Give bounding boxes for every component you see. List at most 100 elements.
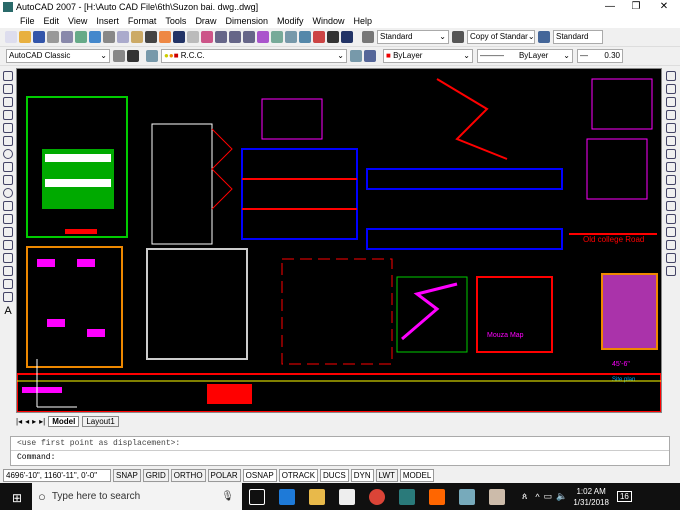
linetype-select[interactable]: ——— ByLayer ⌄ (477, 49, 573, 63)
menu-help[interactable]: Help (354, 16, 373, 26)
menu-format[interactable]: Format (128, 16, 157, 26)
layer-select[interactable]: ●●■ R.C.C. ⌄ (161, 49, 347, 63)
stretch-icon[interactable] (666, 175, 676, 185)
volume-icon[interactable]: 🔈 (556, 491, 567, 502)
first-tab-button[interactable]: |◂ (16, 417, 22, 426)
tab-model[interactable]: Model (48, 415, 80, 427)
notepad-icon[interactable] (459, 488, 475, 505)
copy-icon[interactable] (117, 31, 129, 43)
erase-icon[interactable] (666, 71, 676, 81)
insert-block-icon[interactable] (3, 214, 13, 224)
arc-icon[interactable] (3, 136, 13, 146)
maximize-button[interactable]: ❐ (622, 0, 650, 14)
redo-icon[interactable] (187, 31, 199, 43)
chrome-icon[interactable] (369, 488, 385, 505)
menu-modify[interactable]: Modify (277, 16, 304, 26)
text-style-icon[interactable] (362, 31, 374, 43)
copy-object-icon[interactable] (666, 84, 676, 94)
revcloud-icon[interactable] (3, 162, 13, 172)
osnap-toggle[interactable]: OSNAP (242, 469, 277, 482)
close-button[interactable]: ✕ (650, 0, 678, 14)
taskbar-search[interactable]: ○ Type here to search 🎙 (32, 483, 242, 510)
menu-file[interactable]: File (20, 16, 35, 26)
dyn-toggle[interactable]: DYN (350, 469, 374, 482)
line-icon[interactable] (3, 71, 13, 81)
menu-draw[interactable]: Draw (195, 16, 216, 26)
markup-icon[interactable] (313, 31, 325, 43)
minimize-button[interactable]: — (596, 0, 624, 14)
mtext-icon[interactable]: A (3, 305, 13, 317)
menu-insert[interactable]: Insert (96, 16, 119, 26)
circle-icon[interactable] (3, 149, 13, 159)
paste-icon[interactable] (131, 31, 143, 43)
table-style-select[interactable]: Standard (553, 30, 603, 44)
clock[interactable]: 1:02 AM 1/31/2018 (573, 486, 609, 508)
table-icon[interactable] (3, 292, 13, 302)
otrack-toggle[interactable]: OTRACK (278, 469, 319, 482)
rectangle-icon[interactable] (3, 123, 13, 133)
network-icon[interactable]: ▭ (544, 491, 553, 502)
zoom-previous-icon[interactable] (243, 31, 255, 43)
workspace-settings-icon[interactable] (113, 50, 125, 62)
people-icon[interactable]: ጰ (522, 491, 527, 502)
make-current-icon[interactable] (350, 50, 362, 62)
tray-chevron-icon[interactable]: ^ (535, 492, 539, 502)
layer-manager-icon[interactable] (146, 50, 158, 62)
publish-icon[interactable] (75, 31, 87, 43)
sheet-set-icon[interactable] (299, 31, 311, 43)
offset-icon[interactable] (666, 110, 676, 120)
point-icon[interactable] (3, 240, 13, 250)
text-style-select[interactable]: Standard ⌄ (377, 30, 449, 44)
command-window[interactable]: <use first point as displacement>: Comma… (10, 436, 670, 466)
gradient-icon[interactable] (3, 266, 13, 276)
undo-icon[interactable] (173, 31, 185, 43)
pan-icon[interactable] (201, 31, 213, 43)
trim-icon[interactable] (666, 188, 676, 198)
menu-edit[interactable]: Edit (44, 16, 60, 26)
design-center-icon[interactable] (271, 31, 283, 43)
store-icon[interactable] (339, 488, 355, 505)
avast-icon[interactable] (429, 488, 445, 505)
polygon-icon[interactable] (3, 110, 13, 120)
chamfer-icon[interactable] (666, 240, 676, 250)
command-prompt[interactable]: Command: (11, 451, 669, 464)
windows-start-icon[interactable]: ⊞ (12, 491, 22, 505)
extend-icon[interactable] (666, 201, 676, 211)
menu-window[interactable]: Window (313, 16, 345, 26)
spline-icon[interactable] (3, 175, 13, 185)
new-icon[interactable] (5, 31, 17, 43)
dim-style-select[interactable]: Copy of Standar ⌄ (467, 30, 535, 44)
save-icon[interactable] (33, 31, 45, 43)
ducs-toggle[interactable]: DUCS (320, 469, 349, 482)
last-tab-button[interactable]: ▸| (39, 417, 45, 426)
autocad-icon[interactable] (399, 488, 415, 505)
zoom-window-icon[interactable] (229, 31, 241, 43)
task-view-icon[interactable] (249, 488, 265, 505)
ortho-toggle[interactable]: ORTHO (170, 469, 206, 482)
ellipse-icon[interactable] (3, 188, 13, 198)
polyline-icon[interactable] (3, 97, 13, 107)
snap-toggle[interactable]: SNAP (113, 469, 141, 482)
calculator-icon[interactable] (327, 31, 339, 43)
menu-view[interactable]: View (68, 16, 87, 26)
microphone-icon[interactable]: 🎙 (221, 491, 234, 502)
table-style-icon[interactable] (538, 31, 550, 43)
cut-icon[interactable] (103, 31, 115, 43)
open-icon[interactable] (19, 31, 31, 43)
lwt-toggle[interactable]: LWT (375, 469, 398, 482)
workspace-select[interactable]: AutoCAD Classic ⌄ (6, 49, 110, 63)
move-icon[interactable] (666, 136, 676, 146)
hatch-icon[interactable] (3, 253, 13, 263)
lock-icon[interactable] (127, 50, 139, 62)
rotate-icon[interactable] (666, 149, 676, 159)
array-icon[interactable] (666, 123, 676, 133)
scale-icon[interactable] (666, 162, 676, 172)
menu-dimension[interactable]: Dimension (225, 16, 268, 26)
join-icon[interactable] (666, 227, 676, 237)
match-properties-icon[interactable] (145, 31, 157, 43)
help-icon[interactable] (341, 31, 353, 43)
block-editor-icon[interactable] (159, 31, 171, 43)
grid-toggle[interactable]: GRID (142, 469, 169, 482)
dim-style-icon[interactable] (452, 31, 464, 43)
tool-palettes-icon[interactable] (285, 31, 297, 43)
